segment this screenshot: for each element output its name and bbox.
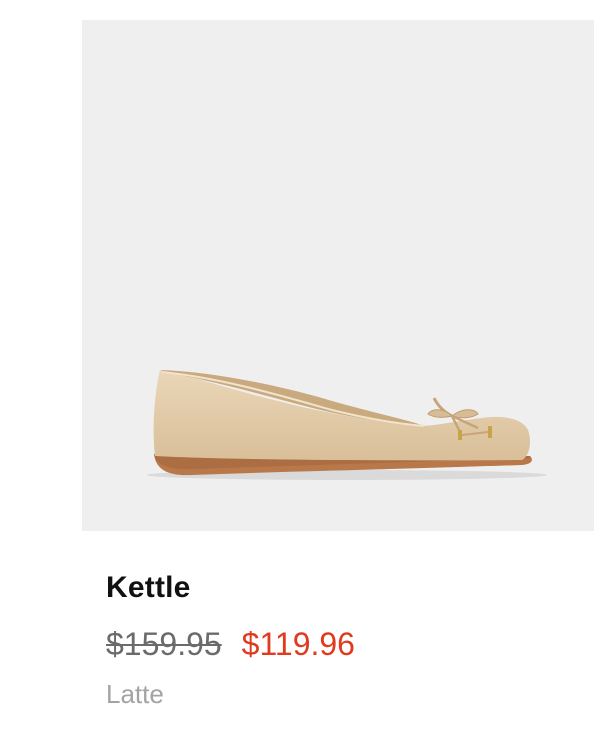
product-card[interactable]: Kettle $159.95 $119.96 Latte xyxy=(0,0,600,747)
ballet-flat-shoe-image xyxy=(147,370,547,480)
sale-price: $119.96 xyxy=(241,626,355,662)
price-row: $159.95 $119.96 xyxy=(106,624,355,664)
color-name: Latte xyxy=(106,679,164,709)
original-price: $159.95 xyxy=(106,626,222,662)
product-image[interactable] xyxy=(82,20,594,531)
product-name[interactable]: Kettle xyxy=(106,570,191,606)
